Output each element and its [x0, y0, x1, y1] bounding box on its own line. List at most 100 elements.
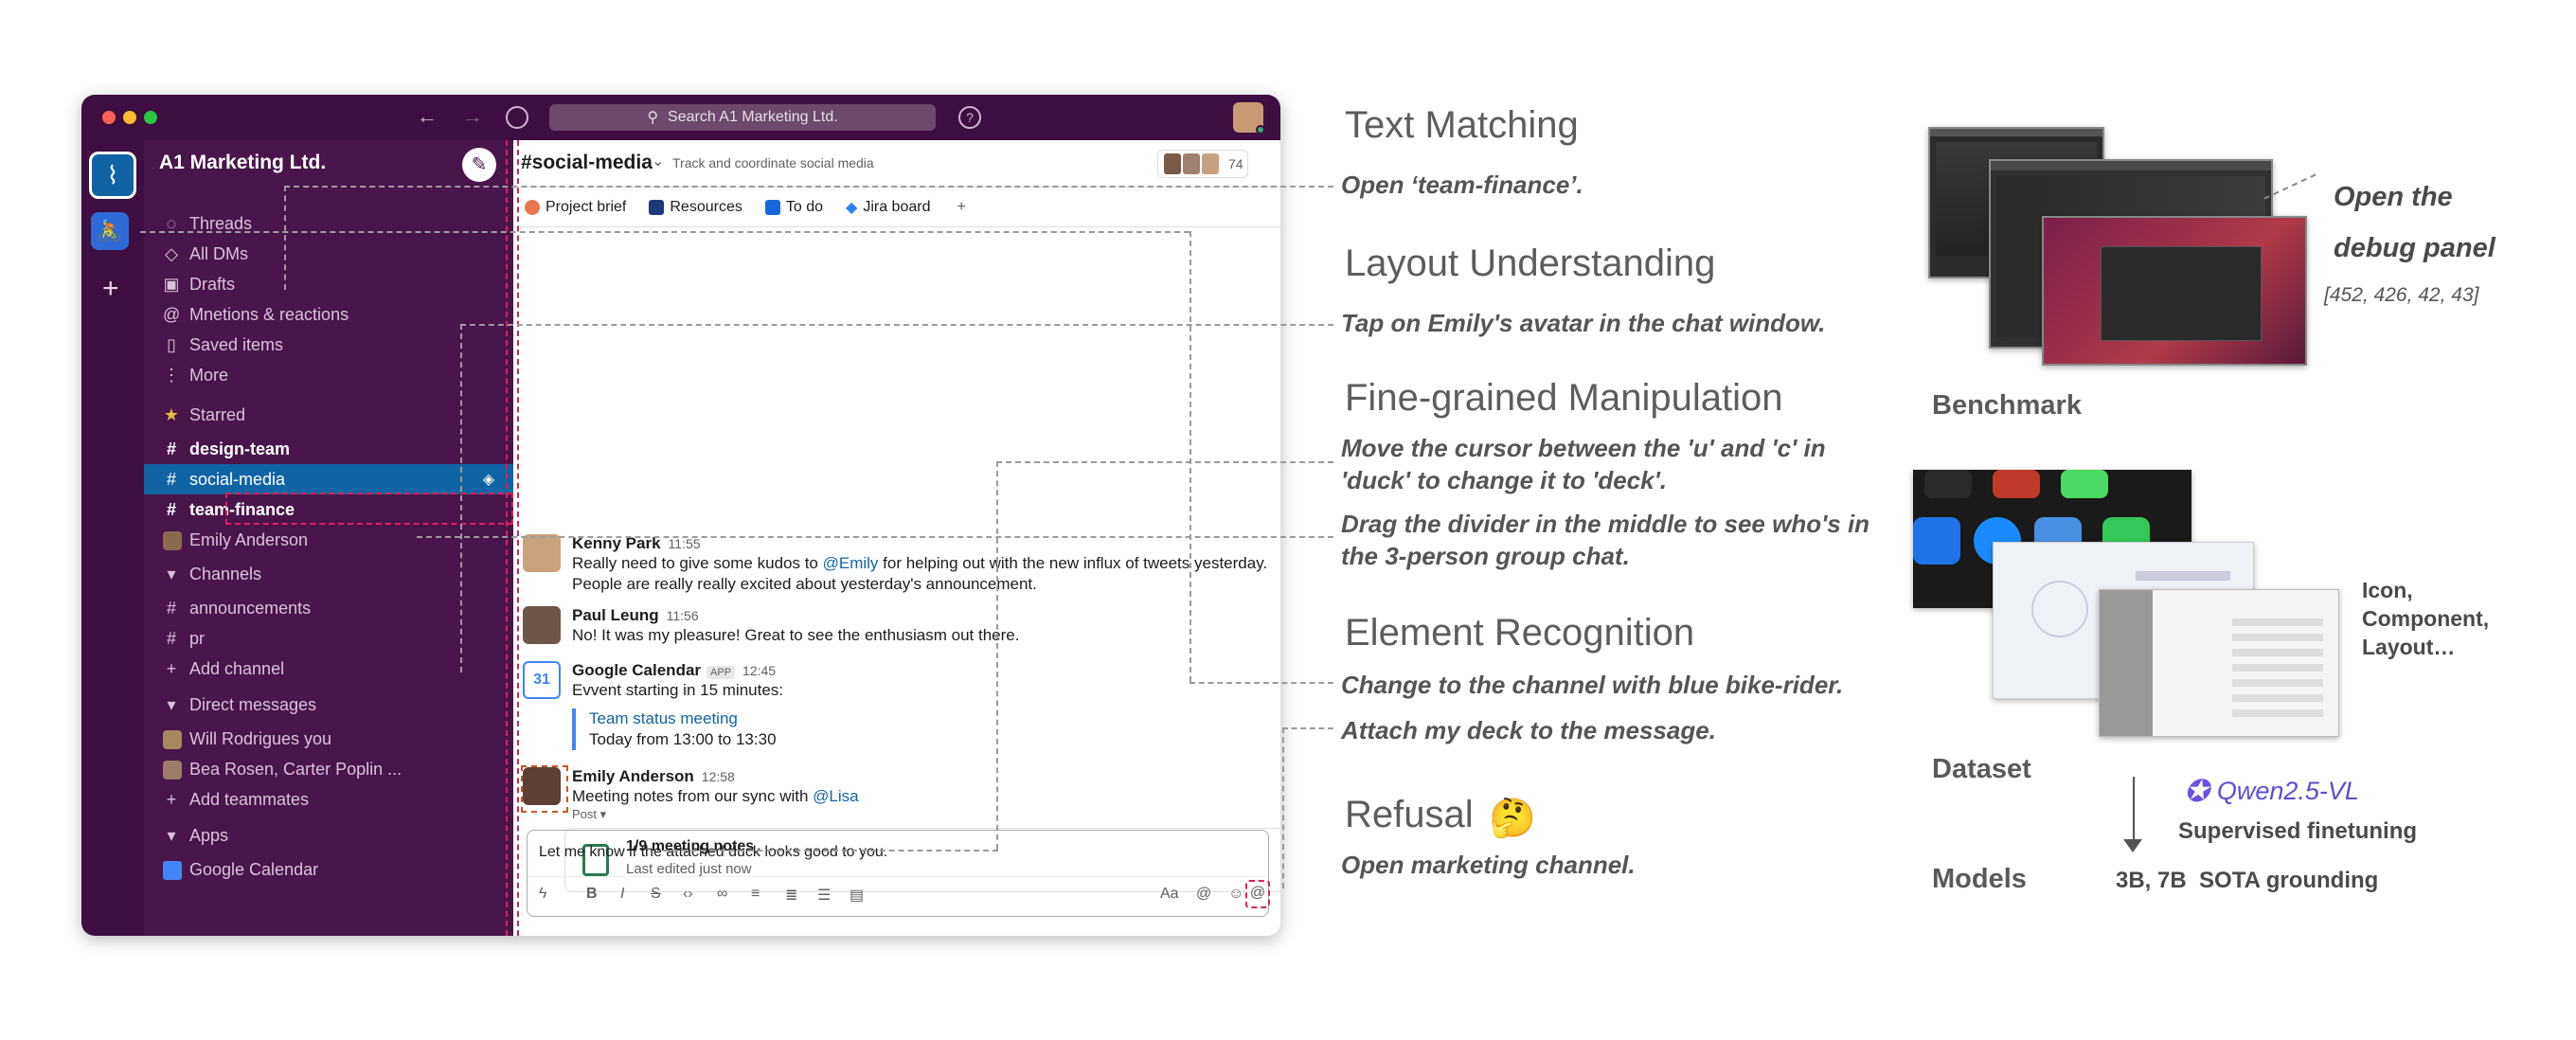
sidebar-dm-emily[interactable]: Emily Anderson — [144, 525, 513, 555]
mention-link[interactable]: @Emily — [823, 554, 879, 572]
highlight-divider — [506, 140, 519, 936]
benchmark-label: Benchmark — [1932, 390, 2082, 421]
add-workspace-icon[interactable]: + — [102, 273, 119, 305]
numbered-list-icon[interactable]: ≡ — [751, 886, 760, 903]
task-instruction: Open ‘team-finance’. — [1341, 170, 1583, 199]
sidebar-channel-pr[interactable]: # pr — [144, 623, 513, 654]
channel-name[interactable]: #social-media — [521, 152, 653, 174]
timestamp[interactable]: 11:56 — [667, 608, 699, 623]
models-note: 3B, 7B SOTA grounding — [2116, 868, 2379, 893]
shortcuts-icon[interactable]: ϟ — [539, 886, 546, 903]
sidebar-channel-social-media[interactable]: # social-media ◈ — [144, 464, 513, 494]
history-icon[interactable] — [506, 106, 528, 129]
caret-down-icon: ▾ — [167, 694, 176, 714]
starred-section-header[interactable]: ★ Starred — [144, 400, 513, 430]
dm-section-header[interactable]: ▾ Direct messages — [144, 690, 513, 720]
code-block-icon[interactable]: ▤ — [850, 886, 864, 905]
channels-section-header[interactable]: ▾ Channels — [144, 559, 513, 589]
sidebar-item-drafts[interactable]: ▣ Drafts — [144, 269, 513, 299]
bench-coords: [452, 426, 42, 43] — [2324, 284, 2479, 306]
timestamp[interactable]: 11:55 — [669, 536, 701, 551]
sidebar-item-mentions[interactable]: @ Mnetions & reactions — [144, 299, 513, 330]
apps-section-header[interactable]: ▾ Apps — [144, 820, 513, 851]
emoji-icon[interactable]: ☺ — [1228, 886, 1243, 903]
compose-icon[interactable]: ✎ — [462, 148, 496, 182]
chevron-down-icon[interactable]: ⌄ — [652, 152, 664, 170]
sidebar-dm-group[interactable]: Bea Rosen, Carter Poplin ... — [144, 754, 513, 784]
sidebar-item-saved[interactable]: ▯ Saved items — [144, 330, 513, 360]
down-arrow-icon — [2123, 839, 2142, 852]
avatar — [144, 529, 182, 550]
timestamp[interactable]: 12:58 — [702, 769, 735, 784]
bold-icon[interactable]: B — [586, 886, 598, 903]
forward-arrow-icon[interactable]: → — [462, 104, 483, 129]
code-icon[interactable]: ‹› — [683, 886, 693, 903]
sender-name[interactable]: Paul Leung — [572, 606, 659, 624]
message-composer[interactable]: Let me know if the attached duck looks g… — [527, 830, 1270, 917]
avatar[interactable] — [523, 606, 561, 644]
avatar — [1183, 153, 1200, 174]
mention-link[interactable]: @Lisa — [813, 787, 858, 805]
bike-rider-workspace-icon[interactable]: 🚴 — [91, 212, 129, 250]
quote-icon[interactable]: ☰ — [817, 886, 831, 905]
more-icon: ⋮ — [163, 365, 180, 385]
activity-workspace-icon[interactable]: ⌇ — [89, 152, 136, 199]
channel-header: #social-media ⌄ Track and coordinate soc… — [513, 140, 1280, 188]
sender-name[interactable]: Emily Anderson — [572, 767, 694, 785]
title-bar: ← → ⚲ Search A1 Marketing Ltd. ? — [81, 95, 1280, 140]
tab-project-brief[interactable]: Project brief — [525, 199, 626, 216]
add-channel-button[interactable]: + Add channel — [144, 654, 513, 684]
minimize-window-button[interactable] — [123, 111, 136, 124]
close-window-button[interactable] — [102, 111, 116, 124]
tab-jira-board[interactable]: ◆ Jira board — [846, 198, 930, 217]
event-link[interactable]: Team status meeting — [589, 708, 1273, 729]
task-heading-fine-grained: Fine-grained Manipulation — [1345, 377, 1783, 419]
task-instruction: Open marketing channel. — [1341, 851, 1636, 879]
sidebar-item-threads[interactable]: ◌ Threads — [144, 208, 513, 239]
slack-window: ← → ⚲ Search A1 Marketing Ltd. ? ⌇ 🚴 + A… — [81, 95, 1280, 936]
attach-icon[interactable]: @ — [1245, 880, 1270, 908]
members-button[interactable]: 74 — [1157, 150, 1248, 178]
timestamp[interactable]: 12:45 — [742, 663, 776, 678]
sidebar-channel-design-team[interactable]: # design-team — [144, 434, 513, 464]
tab-resources[interactable]: Resources — [649, 199, 742, 216]
sidebar-channel-announcements[interactable]: # announcements — [144, 593, 513, 623]
sidebar-app-google-calendar[interactable]: Google Calendar — [144, 854, 513, 885]
bookmark-icon: ▯ — [167, 334, 176, 354]
search-icon: ⚲ — [647, 110, 659, 126]
dataset-layout-image — [2099, 589, 2339, 737]
status-dot — [1256, 125, 1265, 134]
avatar — [1202, 153, 1219, 174]
task-heading-text-matching: Text Matching — [1345, 104, 1579, 146]
sidebar-item-more[interactable]: ⋮ More — [144, 360, 513, 390]
qwen-logo: ✪ Qwen2.5-VL — [2184, 774, 2359, 808]
avatar[interactable] — [523, 534, 561, 572]
help-icon[interactable]: ? — [958, 106, 981, 129]
sender-name[interactable]: Google Calendar — [572, 661, 701, 679]
calendar-icon[interactable]: 31 — [523, 661, 561, 699]
mention-icon[interactable]: @ — [1196, 886, 1211, 903]
hash-icon: # — [166, 439, 176, 458]
add-teammates-button[interactable]: + Add teammates — [144, 784, 513, 815]
tab-todo[interactable]: To do — [764, 199, 823, 216]
bullet-list-icon[interactable]: ≣ — [785, 886, 797, 905]
workspace-name[interactable]: A1 Marketing Ltd. — [159, 152, 326, 174]
italic-icon[interactable]: I — [620, 886, 624, 903]
avatar — [1164, 153, 1181, 174]
back-arrow-icon[interactable]: ← — [417, 104, 438, 129]
benchmark-screenshot — [2042, 216, 2307, 366]
channel-sidebar: A1 Marketing Ltd. ✎ ◌ Threads ◇ All DMs ▣ D… — [144, 140, 513, 936]
message-input[interactable]: Let me know if the attached duck looks g… — [539, 844, 887, 861]
sidebar-dm-will[interactable]: Will Rodrigues you — [144, 724, 513, 754]
strikethrough-icon[interactable]: S — [651, 886, 661, 903]
maximize-window-button[interactable] — [144, 111, 157, 124]
headphones-icon[interactable]: ◈ — [483, 470, 494, 489]
formatting-icon[interactable]: Aa — [1160, 886, 1179, 903]
event-time: Today from 13:00 to 13:30 — [589, 730, 777, 748]
sidebar-item-all-dms[interactable]: ◇ All DMs — [144, 239, 513, 269]
workspace-rail: ⌇ 🚴 + — [81, 140, 144, 936]
jira-icon: ◆ — [846, 199, 858, 216]
add-tab-button[interactable]: + — [957, 199, 965, 216]
search-input[interactable]: ⚲ Search A1 Marketing Ltd. — [549, 104, 936, 131]
link-icon[interactable]: ∞ — [717, 886, 727, 903]
